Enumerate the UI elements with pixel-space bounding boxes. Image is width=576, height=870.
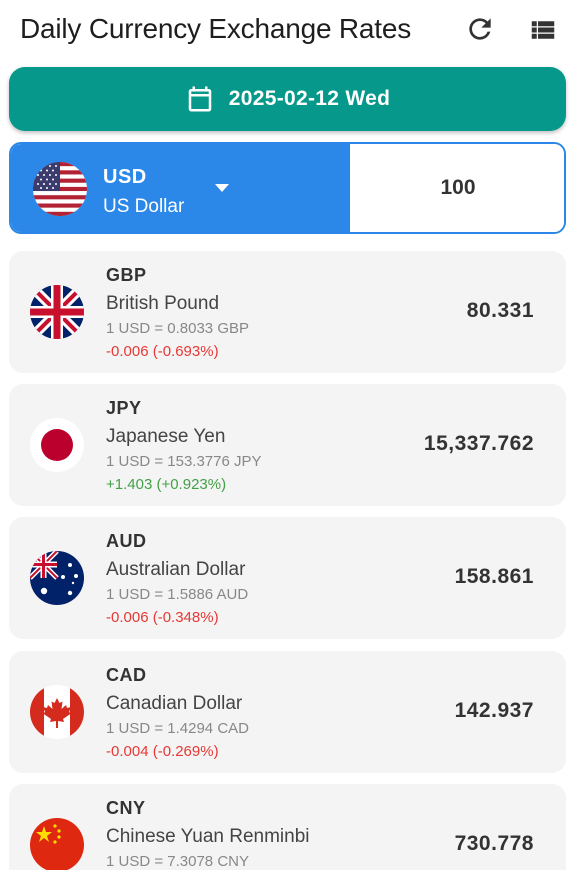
amount-input[interactable] [350, 144, 564, 232]
currency-code: JPY [106, 398, 142, 418]
list-view-icon [531, 21, 555, 39]
app-bar: Daily Currency Exchange Rates [0, 0, 576, 60]
dropdown-arrow-icon [215, 184, 229, 192]
date-label: 2025-02-12 Wed [228, 87, 391, 110]
rate-change: -0.006 (-0.348%) [106, 609, 219, 626]
converted-value: 142.937 [454, 699, 534, 722]
base-currency-name: US Dollar [103, 196, 185, 217]
currency-name: Chinese Yuan Renminbi [106, 826, 310, 847]
currency-code: AUD [106, 531, 147, 551]
calendar-icon [188, 86, 212, 112]
currency-code: CNY [106, 798, 146, 818]
japan-flag-icon [30, 418, 84, 472]
refresh-button[interactable] [464, 13, 496, 45]
currency-name: Australian Dollar [106, 559, 246, 580]
date-picker-button[interactable]: 2025-02-12 Wed [9, 67, 566, 131]
rate-change: +1.403 (+0.923%) [106, 476, 227, 493]
list-view-button[interactable] [528, 15, 560, 47]
page-title: Daily Currency Exchange Rates [20, 13, 412, 44]
currency-name: Japanese Yen [106, 426, 226, 447]
converted-value: 730.778 [454, 832, 534, 855]
rate-card-cny[interactable]: CNY Chinese Yuan Renminbi 1 USD = 7.3078… [9, 784, 566, 870]
rate-card-aud[interactable]: AUD Australian Dollar 1 USD = 1.5886 AUD… [9, 517, 566, 639]
rate-card-jpy[interactable]: JPY Japanese Yen 1 USD = 153.3776 JPY +1… [9, 384, 566, 506]
base-currency-code: USD [103, 166, 147, 188]
rate-change: -0.006 (-0.693%) [106, 343, 219, 360]
exchange-rate: 1 USD = 1.4294 CAD [106, 720, 249, 737]
converted-value: 15,337.762 [423, 432, 534, 455]
currency-code: CAD [106, 665, 147, 685]
base-currency-dropdown[interactable]: USD US Dollar [11, 144, 350, 232]
currency-name: Canadian Dollar [106, 693, 243, 714]
rate-card-gbp[interactable]: GBP British Pound 1 USD = 0.8033 GBP -0.… [9, 251, 566, 373]
converted-value: 80.331 [466, 299, 534, 322]
canada-flag-icon [30, 685, 84, 739]
rate-change: -0.004 (-0.269%) [106, 743, 219, 760]
currency-code: GBP [106, 265, 147, 285]
base-currency-panel: USD US Dollar [9, 142, 566, 234]
us-flag-icon [33, 162, 87, 216]
china-flag-icon [30, 818, 84, 870]
converted-value: 158.861 [454, 565, 534, 588]
australia-flag-icon [30, 551, 84, 605]
rate-card-cad[interactable]: CAD Canadian Dollar 1 USD = 1.4294 CAD -… [9, 651, 566, 773]
currency-name: British Pound [106, 293, 220, 314]
exchange-rate: 1 USD = 1.5886 AUD [106, 586, 249, 603]
refresh-icon [469, 18, 491, 40]
uk-flag-icon [30, 285, 84, 339]
exchange-rate: 1 USD = 7.3078 CNY [106, 853, 249, 870]
exchange-rate: 1 USD = 0.8033 GBP [106, 320, 249, 337]
exchange-rate: 1 USD = 153.3776 JPY [106, 453, 262, 470]
